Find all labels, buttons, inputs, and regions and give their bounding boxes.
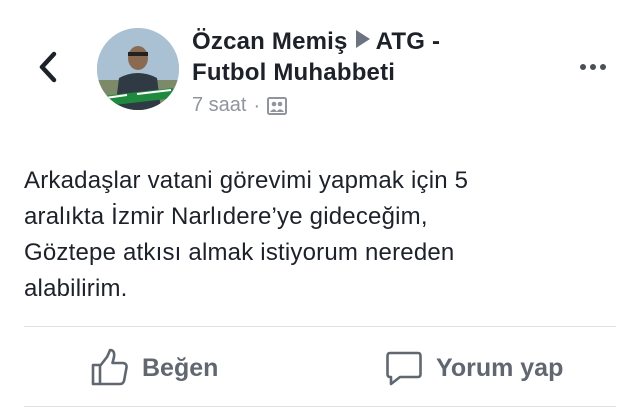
post-text: Arkadaşlar vatani görevimi yapmak için 5… — [24, 163, 584, 307]
like-button[interactable]: Beğen — [90, 344, 218, 392]
group-audience-icon — [267, 96, 288, 115]
more-dot-icon — [580, 64, 586, 70]
comment-icon — [386, 351, 422, 386]
post-view: Özcan Memiş ATG - Futbol Muhabbeti 7 saat… — [0, 0, 640, 415]
group-name-line2[interactable]: Futbol Muhabbeti — [192, 57, 522, 88]
comment-label: Yorum yap — [436, 353, 564, 382]
group-name[interactable]: ATG - — [376, 28, 441, 55]
divider — [24, 326, 616, 327]
meta-separator: · — [253, 94, 261, 117]
like-label: Beğen — [142, 353, 219, 382]
more-options-button[interactable] — [572, 52, 614, 82]
more-dot-icon — [590, 64, 596, 70]
divider — [24, 406, 616, 407]
share-to-arrow-icon — [355, 30, 370, 48]
post-meta: 7 saat · — [192, 94, 522, 117]
thumbs-up-icon — [91, 348, 128, 386]
back-button[interactable] — [28, 45, 68, 89]
post-text-line: Göztepe atkısı almak istiyorum nereden — [24, 239, 455, 266]
post-timestamp[interactable]: 7 saat — [192, 94, 246, 117]
post-header: Özcan Memiş ATG - Futbol Muhabbeti 7 saat… — [192, 26, 522, 117]
avatar-image — [97, 28, 179, 110]
author-name[interactable]: Özcan Memiş — [192, 28, 348, 55]
post-text-line: Arkadaşlar vatani görevimi yapmak için 5 — [24, 167, 469, 194]
chevron-left-icon — [39, 51, 57, 83]
avatar[interactable] — [97, 28, 179, 110]
author-line: Özcan Memiş ATG - Futbol Muhabbeti — [192, 26, 522, 88]
more-dot-icon — [600, 64, 606, 70]
post-text-line: aralıkta İzmir Narlıdere’ye gideceğim, — [24, 203, 428, 230]
comment-button[interactable]: Yorum yap — [384, 344, 563, 392]
post-text-line: alabilirim. — [24, 275, 128, 302]
